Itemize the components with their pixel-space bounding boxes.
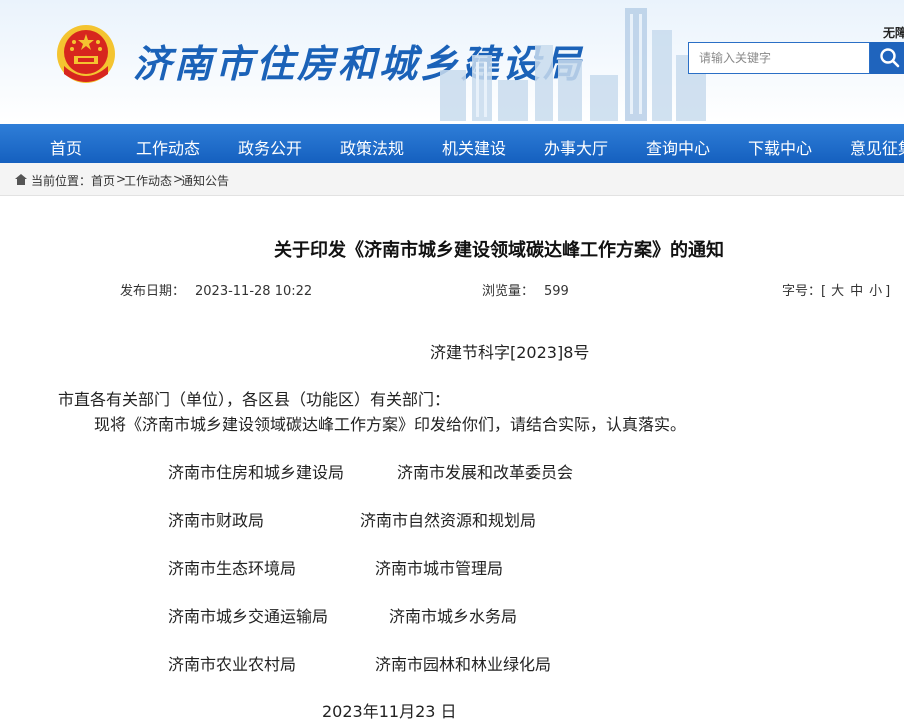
nav-policies[interactable]: 政策法规 (340, 135, 404, 159)
issuer-left: 济南市住房和城乡建设局 (168, 463, 345, 482)
header-banner: 济南市住房和城乡建设局 无障 (0, 0, 904, 121)
font-size-large-button[interactable]: 大 (831, 284, 844, 299)
search-button[interactable] (870, 42, 904, 74)
national-emblem-icon (57, 25, 115, 83)
home-icon (15, 174, 27, 185)
publish-date-label: 发布日期： (120, 284, 186, 299)
issuer-right: 济南市城乡水务局 (389, 607, 518, 626)
document-number: 济建节科字[2023]8号 (430, 343, 590, 362)
issuer-left: 济南市财政局 (168, 511, 265, 530)
issuer-left: 济南市生态环境局 (168, 559, 297, 578)
main-nav: 首页 工作动态 政务公开 政策法规 机关建设 办事大厅 查询中心 下载中心 意见… (0, 121, 904, 163)
body-paragraph: 现将《济南市城乡建设领域碳达峰工作方案》印发给你们，请结合实际，认真落实。 (94, 415, 687, 434)
document-date: 2023年11月23 日 (322, 702, 457, 721)
issuer-right: 济南市自然资源和规划局 (360, 511, 537, 530)
font-size-label: 字号： (782, 284, 822, 299)
nav-work-news[interactable]: 工作动态 (136, 135, 200, 159)
issuer-right: 济南市发展和改革委员会 (397, 463, 574, 482)
nav-query-center[interactable]: 查询中心 (646, 135, 710, 159)
font-size-bracket-close: ] (885, 284, 891, 299)
issuer-right: 济南市城市管理局 (375, 559, 504, 578)
breadcrumb-work-news[interactable]: 工作动态 (124, 172, 172, 189)
breadcrumb-label: 当前位置： (31, 174, 92, 188)
search-icon (880, 48, 900, 68)
nav-home[interactable]: 首页 (50, 135, 82, 159)
nav-feedback[interactable]: 意见征集 (850, 135, 904, 159)
issuer-right: 济南市园林和林业绿化局 (375, 655, 552, 674)
nav-organization[interactable]: 机关建设 (442, 135, 506, 159)
city-skyline-image (440, 8, 706, 121)
accessibility-link[interactable]: 无障 (883, 24, 904, 41)
font-size-switcher: 字号：[ 大中小] (782, 280, 890, 299)
search-input[interactable] (688, 42, 870, 74)
nav-download-center[interactable]: 下载中心 (748, 135, 812, 159)
font-size-bracket-open: [ (821, 284, 827, 299)
breadcrumb-notices[interactable]: 通知公告 (181, 172, 229, 189)
issuer-left: 济南市农业农村局 (168, 655, 297, 674)
article-title: 关于印发《济南市城乡建设领域碳达峰工作方案》的通知 (274, 240, 724, 261)
views-label: 浏览量： (482, 284, 535, 299)
salutation: 市直各有关部门（单位），各区县（功能区）有关部门： (58, 390, 451, 409)
publish-date: 2023-11-28 10:22 (195, 284, 313, 299)
nav-government-affairs[interactable]: 政务公开 (238, 135, 302, 159)
breadcrumb-home[interactable]: 首页 (91, 172, 115, 189)
views-meta: 浏览量： 599 (482, 280, 569, 299)
font-size-medium-button[interactable]: 中 (850, 284, 863, 299)
font-size-small-button[interactable]: 小 (869, 284, 882, 299)
nav-service-hall[interactable]: 办事大厅 (544, 135, 608, 159)
views-count: 599 (544, 284, 569, 299)
publish-date-meta: 发布日期： 2023-11-28 10:22 (120, 280, 312, 299)
issuer-left: 济南市城乡交通运输局 (168, 607, 329, 626)
breadcrumb: 当前位置： 首页 > 工作动态 > 通知公告 (0, 163, 904, 196)
